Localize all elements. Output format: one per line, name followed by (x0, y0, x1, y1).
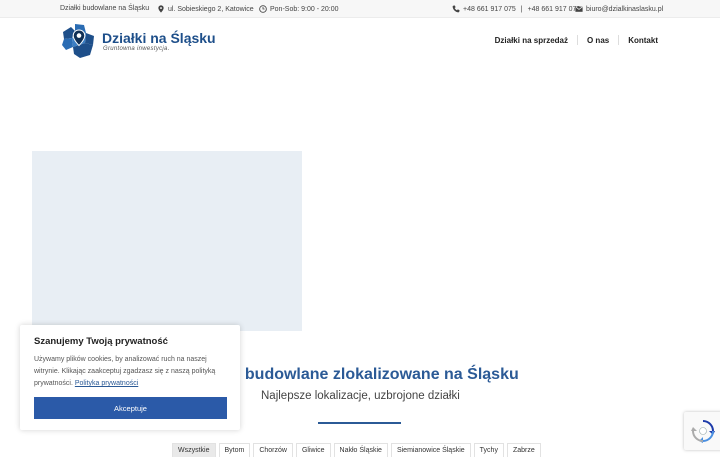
topbar-hours-text: Pon-Sob: 9:00 - 20:00 (270, 5, 339, 13)
logo-tagline: Gruntowna inwestycja. (103, 46, 170, 52)
nav-item-dzialki-na-sprzedaz[interactable]: Działki na sprzedaż (486, 36, 577, 45)
topbar-phones: +48 661 917 075 | +48 661 917 070 (452, 5, 580, 13)
cookie-title: Szanujemy Twoją prywatność (34, 336, 168, 347)
logo-brand-name[interactable]: Działki na Śląsku (102, 30, 216, 46)
location-filter-tabs: Wszystkie Bytom Chorzów Gliwice Nakło Śl… (172, 443, 541, 457)
filter-tab-chorzow[interactable]: Chorzów (253, 443, 293, 457)
phone-link-2[interactable]: +48 661 917 070 (528, 6, 581, 13)
privacy-policy-link[interactable]: Polityka prywatności (75, 380, 138, 387)
topbar-email: biuro@dzialkinaslasku.pl (575, 5, 663, 13)
headline-divider (318, 422, 401, 424)
map-pin-icon (158, 5, 164, 13)
phone-icon (452, 5, 460, 13)
cookie-consent-popup: Szanujemy Twoją prywatność Używamy plikó… (20, 325, 240, 430)
topbar-company-text: Działki budowlane na Śląsku (60, 5, 150, 12)
hero-image-placeholder (32, 151, 302, 331)
topbar-address-text: ul. Sobieskiego 2, Katowice (168, 5, 254, 13)
filter-tab-naklo-slaskie[interactable]: Nakło Śląskie (333, 443, 388, 457)
topbar-hours: Pon-Sob: 9:00 - 20:00 (259, 5, 339, 13)
filter-tab-bytom[interactable]: Bytom (218, 443, 251, 457)
page-subheadline: Najlepsze lokalizacje, uzbrojone działki (261, 390, 460, 402)
clock-icon (259, 5, 267, 13)
filter-tab-siemianowice-slaskie[interactable]: Siemianowice Śląskie (390, 443, 471, 457)
phone-link-1[interactable]: +48 661 917 075 (463, 6, 516, 13)
top-bar: Działki budowlane na Śląsku ul. Sobieski… (0, 0, 720, 18)
accept-cookies-button[interactable]: Akceptuje (34, 397, 227, 419)
email-link[interactable]: biuro@dzialkinaslasku.pl (586, 6, 663, 13)
filter-tab-tychy[interactable]: Tychy (473, 443, 504, 457)
filter-tab-gliwice[interactable]: Gliwice (295, 443, 331, 457)
logo-map-icon[interactable] (60, 22, 96, 60)
nav-item-kontakt[interactable]: Kontakt (619, 36, 658, 45)
cookie-message: Używamy plików cookies, by analizować ru… (34, 354, 230, 390)
nav-item-o-nas[interactable]: O nas (578, 36, 618, 45)
topbar-company: Działki budowlane na Śląsku (60, 5, 149, 12)
topbar-address: ul. Sobieskiego 2, Katowice (157, 5, 254, 13)
filter-tab-wszystkie[interactable]: Wszystkie (172, 443, 216, 457)
page-headline: i budowlane zlokalizowane na Śląsku (236, 366, 519, 383)
phone-separator: | (520, 5, 523, 13)
recaptcha-icon (691, 420, 715, 443)
filter-tab-zabrze[interactable]: Zabrze (506, 443, 541, 457)
envelope-icon (575, 6, 583, 12)
main-nav: Działki na sprzedaż O nas Kontakt (486, 35, 658, 45)
recaptcha-badge[interactable] (684, 412, 720, 450)
